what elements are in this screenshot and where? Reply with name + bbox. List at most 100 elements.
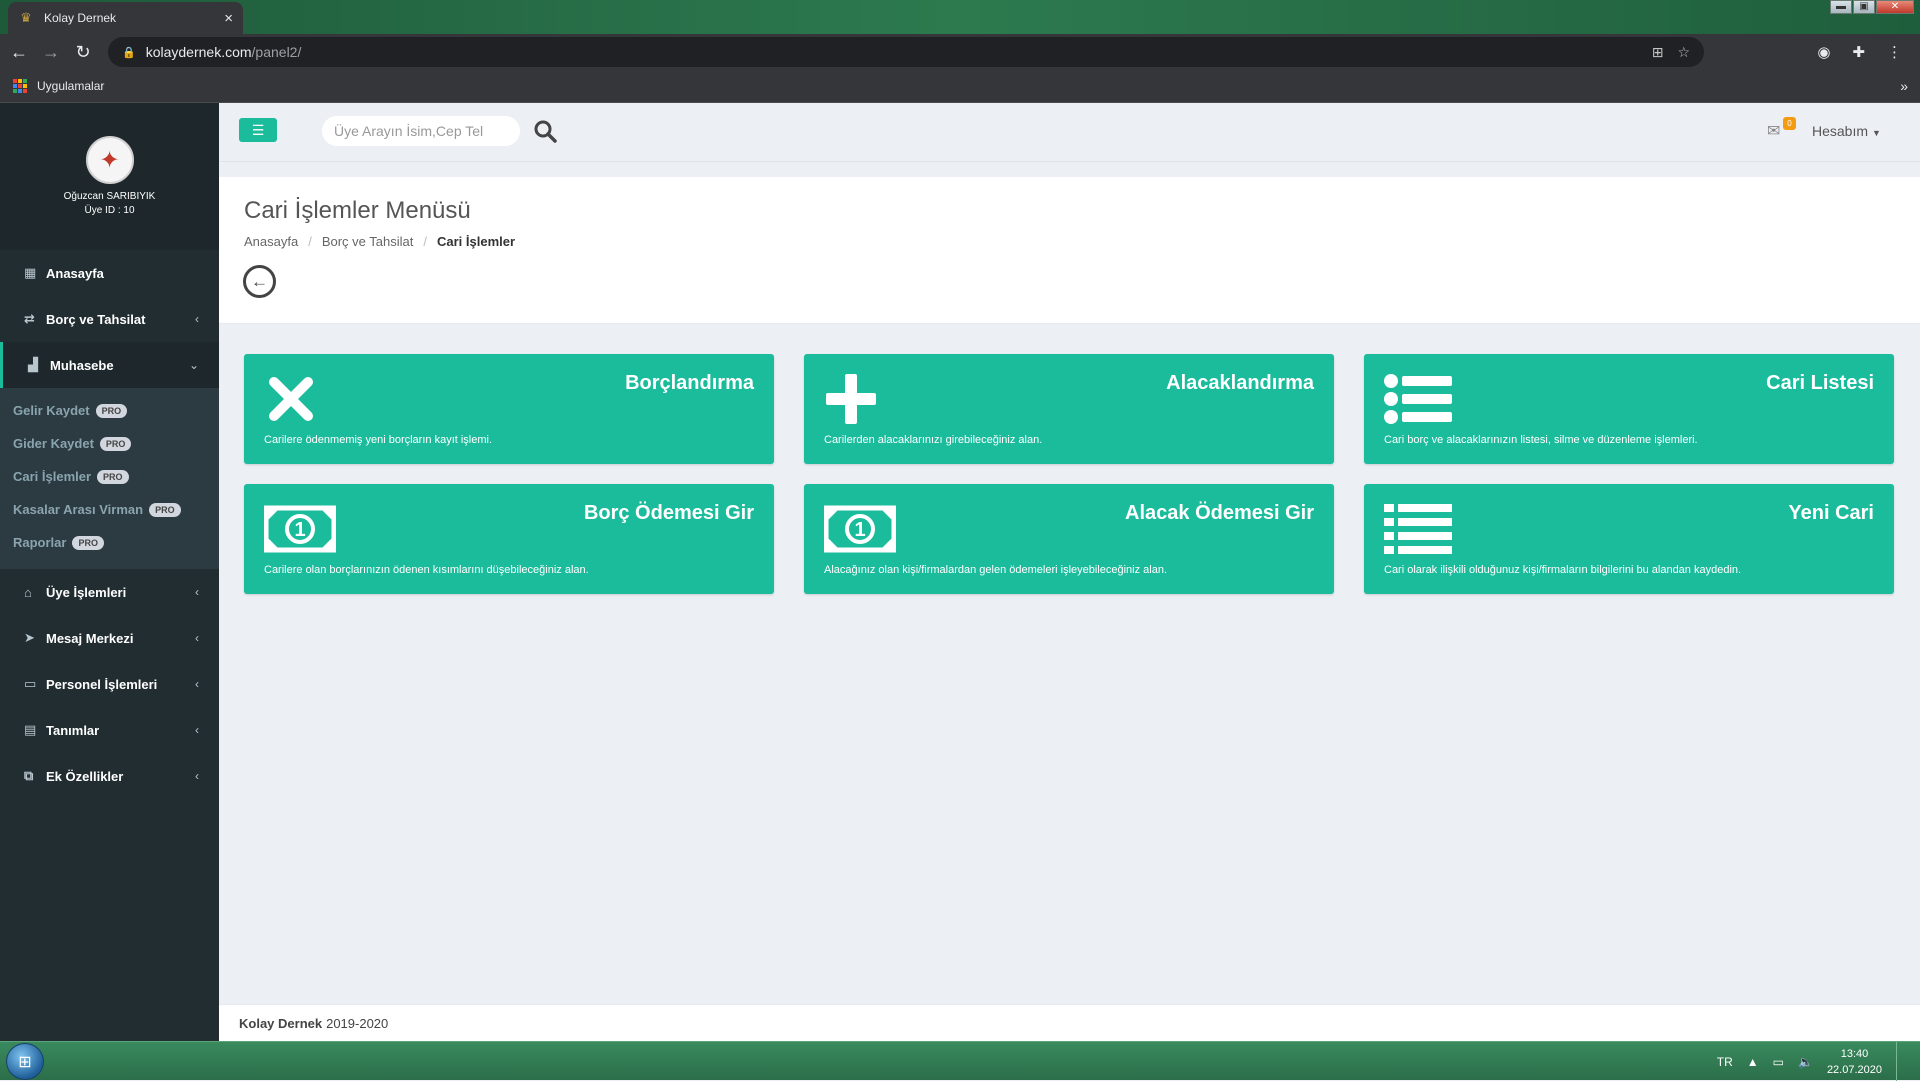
volume-icon[interactable]: 🔈	[1798, 1055, 1813, 1069]
sidebar-item-label: Muhasebe	[50, 357, 114, 373]
tab-title: Kolay Dernek	[44, 11, 117, 25]
sidebar-item-mesaj-merkezi[interactable]: ➤ Mesaj Merkezi ‹	[0, 615, 219, 661]
address-bar[interactable]: 🔒 kolaydernek.com/panel2/ ⊞ ☆	[108, 37, 1704, 67]
maximize-button[interactable]: ▣	[1853, 0, 1875, 14]
dashboard-icon: ▦	[24, 265, 37, 280]
account-label: Hesabım	[1812, 123, 1869, 139]
bookmarks-bar: Uygulamalar »	[0, 70, 1920, 103]
search-icon[interactable]	[531, 117, 559, 145]
sidebar-item-label: Personel İşlemleri	[46, 676, 158, 692]
muhasebe-submenu: Gelir Kaydet PRO Gider Kaydet PRO Cari İ…	[0, 388, 219, 569]
chevron-left-icon: ‹	[195, 677, 199, 691]
window-controls: ▬ ▣ ✕	[1829, 0, 1914, 14]
bookmarks-overflow-icon[interactable]: »	[1900, 78, 1908, 94]
site-favicon-icon: ♛	[20, 10, 32, 25]
windows-start-button[interactable]: ⊞	[6, 1043, 44, 1080]
close-window-button[interactable]: ✕	[1876, 0, 1914, 14]
tile-description: Carilere ödenmemiş yeni borçların kayıt …	[264, 434, 493, 446]
minimize-button[interactable]: ▬	[1830, 0, 1852, 14]
tile-title: Alacak Ödemesi Gir	[1125, 502, 1314, 524]
footer-years: 2019-2020	[326, 1015, 389, 1031]
page-footer: Kolay Dernek 2019-2020	[219, 1004, 1920, 1041]
submenu-item-raporlar[interactable]: Raporlar PRO	[0, 526, 219, 559]
clock-time: 13:40	[1840, 1047, 1869, 1060]
account-dropdown[interactable]: Hesabım ▼	[1812, 123, 1881, 139]
pro-badge: PRO	[149, 502, 181, 517]
money-icon: 1	[824, 505, 896, 553]
pro-badge: PRO	[72, 535, 104, 550]
tile-yeni-cari[interactable]: Yeni Cari Cari olarak ilişkili olduğunuz…	[1364, 484, 1894, 594]
submenu-item-label: Gelir Kaydet	[13, 403, 90, 418]
message-count-badge: 0	[1783, 117, 1796, 130]
tab-close-icon[interactable]: ×	[224, 10, 233, 27]
tile-description: Alacağınız olan kişi/firmalardan gelen ö…	[824, 564, 1168, 576]
sidebar-item-uye-islemleri[interactable]: ⌂ Üye İşlemleri ‹	[0, 569, 219, 615]
extensions-icon[interactable]: ✚	[1852, 43, 1865, 61]
translate-icon[interactable]: ⊞	[1652, 44, 1664, 61]
back-circle-button[interactable]: ←	[243, 265, 276, 298]
tile-title: Borçlandırma	[625, 372, 754, 394]
sidebar-item-muhasebe[interactable]: ▟ Muhasebe ⌄	[0, 342, 219, 388]
sidebar-item-borc-ve-tahsilat[interactable]: ⇄ Borç ve Tahsilat ‹	[0, 296, 219, 342]
monitor-icon: ▭	[24, 676, 37, 691]
page-title: Cari İşlemler Menüsü	[244, 197, 471, 224]
pro-badge: PRO	[99, 436, 132, 451]
tile-cari-listesi[interactable]: Cari Listesi Cari borç ve alacaklarınızı…	[1364, 354, 1894, 464]
windows-logo-icon: ⊞	[18, 1053, 32, 1071]
browser-toolbar: ← → ↻ 🔒 kolaydernek.com/panel2/ ⊞ ☆ ◉ ✚ …	[0, 34, 1920, 70]
tile-alacak-odemesi-gir[interactable]: 1 Alacak Ödemesi Gir Alacağınız olan kiş…	[804, 484, 1334, 594]
sidebar-item-personel-islemleri[interactable]: ▭ Personel İşlemleri ‹	[0, 661, 219, 707]
sidebar-item-anasayfa[interactable]: ▦ Anasayfa	[0, 250, 219, 296]
taskbar-clock[interactable]: 13:40 22.07.2020	[1827, 1046, 1882, 1078]
forward-arrow-icon[interactable]: →	[38, 39, 64, 65]
reload-icon[interactable]: ↻	[70, 39, 96, 65]
tile-title: Yeni Cari	[1788, 502, 1874, 524]
list-ul-icon	[1384, 504, 1452, 554]
svg-text:1: 1	[854, 519, 865, 541]
chevron-left-icon: ‹	[195, 723, 199, 737]
sidebar-item-ek-ozellikler[interactable]: ⧉ Ek Özellikler ‹	[0, 753, 219, 799]
network-icon[interactable]: ▭	[1773, 1055, 1784, 1069]
bookmark-star-icon[interactable]: ☆	[1677, 44, 1690, 61]
pro-badge: PRO	[95, 403, 128, 418]
clone-icon: ⧉	[24, 768, 34, 783]
submenu-item-gelir-kaydet[interactable]: Gelir Kaydet PRO	[0, 394, 219, 427]
browser-menu-icon[interactable]: ⋮	[1887, 43, 1902, 61]
user-name: Oğuzcan SARIBIYIK	[63, 191, 156, 202]
sidebar-item-tanimlar[interactable]: ▤ Tanımlar ‹	[0, 707, 219, 753]
tile-alacaklandirma[interactable]: Alacaklandırma Carilerden alacaklarınızı…	[804, 354, 1334, 464]
sidebar-item-label: Ek Özellikler	[46, 768, 124, 784]
send-icon: ➤	[24, 630, 35, 645]
back-arrow-icon[interactable]: ←	[6, 39, 32, 65]
browser-tab[interactable]: ♛ Kolay Dernek ×	[8, 2, 243, 34]
sidebar-toggle-button[interactable]: ☰	[239, 118, 277, 142]
language-indicator[interactable]: TR	[1717, 1055, 1733, 1069]
submenu-item-kasalar-arasi-virman[interactable]: Kasalar Arası Virman PRO	[0, 493, 219, 526]
sidebar-menu: ▦ Anasayfa ⇄ Borç ve Tahsilat ‹ ▟ Muhase…	[0, 250, 219, 388]
money-icon: 1	[264, 505, 336, 553]
tile-title: Cari Listesi	[1766, 372, 1874, 394]
submenu-item-label: Gider Kaydet	[13, 436, 94, 451]
tray-expand-icon[interactable]: ▲	[1747, 1055, 1759, 1069]
breadcrumb-item-borc-ve-tahsilat[interactable]: Borç ve Tahsilat	[322, 234, 414, 249]
messages-button[interactable]: ✉ 0	[1767, 117, 1797, 145]
submenu-item-cari-islemler[interactable]: Cari İşlemler PRO	[0, 460, 219, 493]
tile-description: Carilere olan borçlarınızın ödenen kısım…	[264, 564, 589, 576]
tile-borc-odemesi-gir[interactable]: 1 Borç Ödemesi Gir Carilere olan borçlar…	[244, 484, 774, 594]
show-desktop-button[interactable]	[1896, 1042, 1906, 1081]
member-search-input[interactable]	[322, 116, 520, 146]
breadcrumb-item-anasayfa[interactable]: Anasayfa	[244, 234, 298, 249]
list-icon	[1384, 374, 1452, 424]
submenu-item-label: Kasalar Arası Virman	[13, 502, 144, 517]
browser-titlebar: ♛ Kolay Dernek × ▬ ▣ ✕	[0, 0, 1920, 34]
top-navbar: ☰ ✉ 0 Hesabım▼	[219, 103, 1920, 162]
url-path: /panel2/	[251, 44, 302, 60]
bookmark-apps[interactable]: Uygulamalar	[37, 79, 104, 93]
submenu-item-gider-kaydet[interactable]: Gider Kaydet PRO	[0, 427, 219, 460]
tile-borclandirma[interactable]: Borçlandırma Carilere ödenmemiş yeni bor…	[244, 354, 774, 464]
content-header: Cari İşlemler Menüsü Anasayfa / Borç ve …	[219, 177, 1920, 324]
apps-grid-icon[interactable]	[13, 79, 27, 93]
camera-icon[interactable]: ◉	[1817, 43, 1830, 61]
caret-down-icon: ▼	[1872, 128, 1881, 138]
system-tray: TR ▲ ▭ 🔈 13:40 22.07.2020	[1717, 1042, 1906, 1081]
